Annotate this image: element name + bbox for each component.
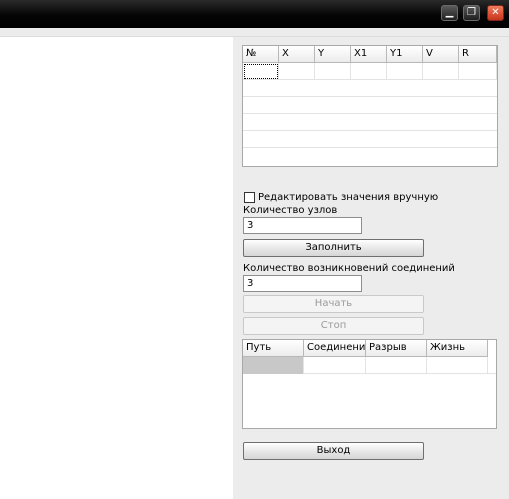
column-header-connection[interactable]: Соединение [304,340,366,357]
column-header-v[interactable]: V [423,46,459,63]
column-header-r[interactable]: R [459,46,497,63]
column-header-y[interactable]: Y [315,46,351,63]
table-row[interactable] [243,63,497,80]
exit-button[interactable]: Выход [243,442,424,460]
restore-icon[interactable]: ❐ [463,5,480,21]
connections-input[interactable]: 3 [243,275,362,292]
column-header-y1[interactable]: Y1 [387,46,423,63]
column-header-path[interactable]: Путь [243,340,304,357]
column-header-life[interactable]: Жизнь [427,340,488,357]
empty-row [243,148,497,165]
table-row[interactable] [243,357,496,374]
menu-strip [0,28,509,37]
table-cell-y1[interactable] [387,63,423,80]
table-cell-life[interactable] [427,357,488,374]
manual-edit-label[interactable]: Редактировать значения вручную [258,192,438,204]
empty-row [243,114,497,131]
control-panel: № X Y X1 Y1 V R Редактировать значения в… [233,37,509,499]
column-header-x1[interactable]: X1 [351,46,387,63]
table-cell-break[interactable] [366,357,427,374]
node-count-label: Количество узлов [243,205,338,216]
fill-button[interactable]: Заполнить [243,239,424,257]
empty-row [243,97,497,114]
table-cell-x[interactable] [279,63,315,80]
table-cell-v[interactable] [423,63,459,80]
table-cell-r[interactable] [459,63,497,80]
table-cell-x1[interactable] [351,63,387,80]
stop-button[interactable]: Стоп [243,317,424,335]
column-header-break[interactable]: Разрыв [366,340,427,357]
empty-row [243,131,497,148]
minimize-icon[interactable]: ▁ [441,5,458,21]
start-button[interactable]: Начать [243,295,424,313]
title-bar[interactable]: ▁ ❐ ✕ [0,0,509,28]
table-cell-connection[interactable] [304,357,366,374]
empty-row [243,80,497,97]
nodes-table[interactable]: № X Y X1 Y1 V R [242,45,498,167]
table-cell-y[interactable] [315,63,351,80]
close-icon[interactable]: ✕ [487,5,504,21]
drawing-canvas[interactable] [0,37,233,499]
node-count-input[interactable]: 3 [243,217,362,234]
column-header-x[interactable]: X [279,46,315,63]
paths-table[interactable]: Путь Соединение Разрыв Жизнь [242,339,497,429]
manual-edit-checkbox[interactable] [244,192,255,203]
connections-label: Количество возникновений соединений [243,263,455,274]
table-cell-number[interactable] [243,63,279,80]
table-cell-path[interactable] [243,357,304,374]
column-header-number[interactable]: № [243,46,279,63]
